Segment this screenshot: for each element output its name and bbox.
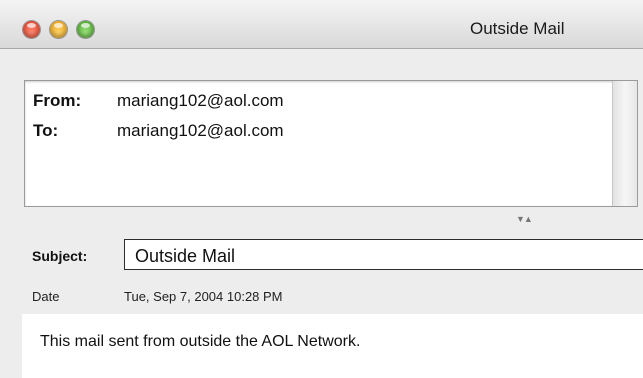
message-body[interactable]: This mail sent from outside the AOL Netw…	[22, 314, 643, 378]
close-button[interactable]	[23, 21, 40, 38]
splitter-arrows-icon[interactable]: ▼▲	[516, 214, 533, 224]
message-body-text: This mail sent from outside the AOL Netw…	[40, 333, 361, 350]
from-label: From:	[33, 91, 82, 110]
to-label: To:	[33, 121, 59, 140]
subject-field[interactable]: Outside Mail	[124, 239, 643, 270]
title-bar[interactable]: Outside Mail	[0, 0, 643, 49]
from-address[interactable]: mariang102@aol.com	[117, 91, 284, 111]
minimize-button[interactable]	[50, 21, 67, 38]
subject-label: Subject:	[32, 248, 88, 264]
mail-window: Outside Mail From: mariang102@aol.com To…	[0, 0, 643, 378]
headers-scrollbar[interactable]	[612, 81, 637, 206]
window-title: Outside Mail	[470, 19, 565, 38]
date-value: Tue, Sep 7, 2004 10:28 PM	[124, 289, 283, 304]
zoom-button[interactable]	[77, 21, 94, 38]
date-label: Date	[32, 289, 60, 304]
headers-panel: From: mariang102@aol.com To: mariang102@…	[24, 80, 638, 207]
to-address[interactable]: mariang102@aol.com	[117, 121, 284, 141]
